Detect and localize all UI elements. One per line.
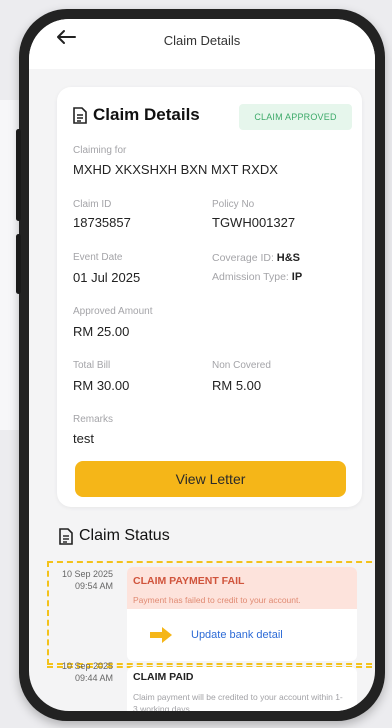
event-time: 09:54 AM (74, 581, 113, 591)
fail-banner: CLAIM PAYMENT FAIL Payment has failed to… (127, 567, 357, 609)
app-screen: Claim Details Claim Details CLAIM APPROV… (29, 19, 375, 711)
page-title: Claim Details (163, 33, 241, 48)
remarks-value: test (73, 431, 94, 446)
phone-frame: Claim Details Claim Details CLAIM APPROV… (16, 9, 385, 721)
document-icon (73, 106, 87, 124)
total-bill-value: RM 30.00 (73, 378, 130, 393)
non-covered-label: Non Covered (212, 360, 271, 371)
claim-id-label: Claim ID (73, 199, 112, 210)
claim-payment-fail-card: CLAIM PAYMENT FAIL Payment has failed to… (127, 567, 357, 661)
admission-type-value: IP (291, 271, 303, 283)
phone-side-button (16, 129, 21, 221)
claim-paid-card: CLAIM PAID Claim payment will be credite… (127, 667, 357, 711)
claim-status-title: Claim Status (79, 527, 170, 544)
non-covered-value: RM 5.00 (212, 378, 262, 393)
view-letter-button[interactable]: View Letter (75, 461, 346, 497)
approved-amount-label: Approved Amount (73, 306, 153, 317)
coverage-id-label: Coverage ID: (212, 252, 274, 264)
paid-description: Claim payment will be credited to your a… (133, 692, 343, 711)
claim-id-value: 18735857 (73, 215, 131, 230)
document-icon (59, 527, 73, 545)
event-time: 09:44 AM (74, 673, 113, 683)
card-title: Claim Details (93, 105, 200, 124)
update-bank-detail-link[interactable]: Update bank detail (191, 629, 283, 641)
claiming-for-value: MXHD XKXSHXH BXN MXT RXDX (73, 162, 278, 177)
arrow-right-icon (150, 627, 172, 643)
card-header: Claim Details (73, 105, 200, 125)
status-badge: CLAIM APPROVED (239, 104, 352, 130)
event-timestamp: 10 Sep 2025 09:44 AM (53, 660, 113, 684)
policy-no-label: Policy No (212, 199, 255, 210)
remarks-label: Remarks (73, 414, 114, 425)
claim-status-header: Claim Status (59, 527, 170, 545)
event-date: 10 Sep 2025 (61, 569, 113, 579)
coverage-id-value: H&S (276, 252, 301, 264)
admission-type-row: Admission Type: IP (212, 271, 302, 283)
event-date: 10 Sep 2025 (61, 661, 113, 671)
phone-side-button (16, 234, 21, 294)
approved-amount-value: RM 25.00 (73, 324, 130, 339)
event-timestamp: 10 Sep 2025 09:54 AM (53, 568, 113, 592)
total-bill-label: Total Bill (73, 360, 111, 371)
paid-title: CLAIM PAID (133, 671, 194, 683)
fail-title: CLAIM PAYMENT FAIL (133, 575, 245, 587)
event-date-label: Event Date (73, 252, 123, 263)
policy-no-value: TGWH001327 (212, 215, 296, 230)
fail-description: Payment has failed to credit to your acc… (133, 595, 301, 605)
admission-type-label: Admission Type: (212, 271, 289, 283)
claiming-for-label: Claiming for (73, 145, 127, 156)
coverage-id-row: Coverage ID: H&S (212, 252, 300, 264)
event-date-value: 01 Jul 2025 (73, 270, 141, 285)
claim-details-card: Claim Details CLAIM APPROVED Claiming fo… (57, 87, 362, 507)
top-bar: Claim Details (29, 19, 375, 69)
